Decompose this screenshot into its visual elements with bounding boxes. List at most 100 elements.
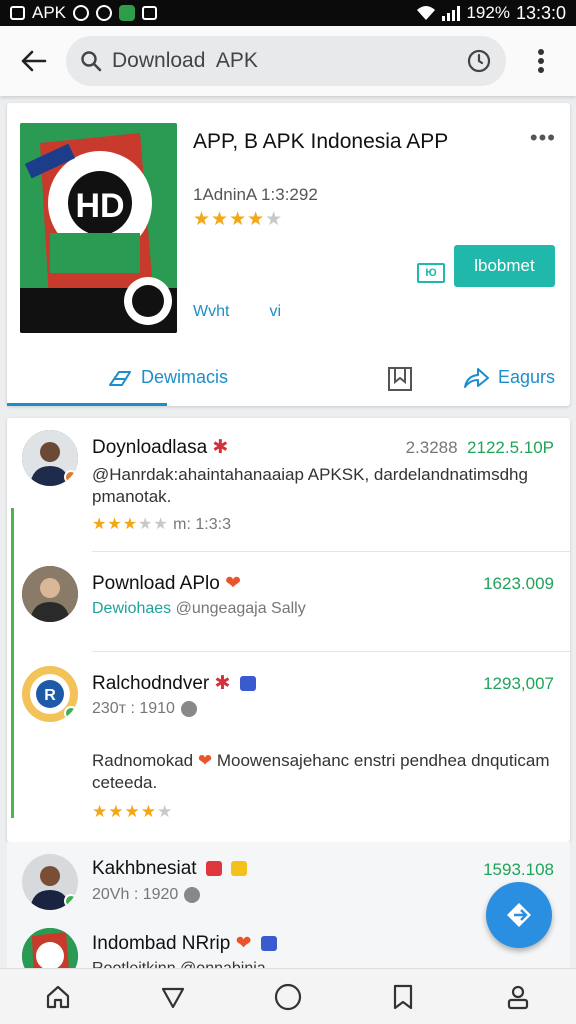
- list-item[interactable]: R Ralchodndver ✱ 1293,007 230т : 1910 Ra…: [7, 652, 570, 842]
- check-notification-icon: [96, 5, 113, 21]
- review-stats: 1593.108: [483, 860, 554, 879]
- install-button[interactable]: lbobmet: [454, 245, 555, 287]
- review-meta: ★★★★★ m: 1:3:3: [92, 516, 231, 533]
- review-text: Radnomokad ❤ Moowensajehanc enstri pendh…: [92, 751, 550, 792]
- app-notification-icon: [119, 5, 136, 21]
- star-icon: ✱: [214, 673, 231, 694]
- triangle-down-icon: [161, 987, 184, 1008]
- reviewer-name: Indombad NRrip ❤: [92, 932, 277, 955]
- avatar: [22, 854, 78, 910]
- reviewer-name: Ralchodndver ✱: [92, 672, 256, 695]
- app-link-2[interactable]: vi: [269, 303, 281, 321]
- nav-home[interactable]: [30, 969, 86, 1024]
- bottom-navigation: [0, 968, 576, 1024]
- list-item[interactable]: Doynloadlasa ✱ 2.3288 2122.5.10P @Hanrda…: [7, 418, 570, 552]
- review-meta: 20Vh : 1920: [92, 886, 201, 904]
- bookmark-icon: [394, 984, 413, 1009]
- list-item[interactable]: Indombad NRrip ❤ Rootleitkinn @onnabinia: [7, 922, 570, 972]
- download-action-label: Dewimacis: [141, 367, 229, 387]
- status-dot: [64, 706, 78, 720]
- app-logo-art: HD: [20, 123, 177, 333]
- heart-icon: ❤: [197, 751, 213, 770]
- review-stats: 1293,007: [483, 674, 554, 693]
- more-vertical-icon: [538, 49, 544, 73]
- status-bar: APK 192% 13:3:0: [0, 0, 576, 26]
- download-action[interactable]: Dewimacis: [107, 367, 228, 388]
- clock-icon: [184, 886, 201, 903]
- nav-circle[interactable]: [260, 969, 316, 1024]
- reviewer-name: Doynloadlasa ✱: [92, 437, 229, 458]
- app-links: Wvht vi: [193, 303, 281, 321]
- floating-action-button[interactable]: [486, 882, 552, 948]
- star-icon: ✱: [212, 437, 229, 458]
- review-text: @Hanrdak:ahaintahanaaiap APKSK, dardelan…: [92, 465, 528, 506]
- review-meta: 230т : 1910: [92, 700, 197, 718]
- search-header: [0, 26, 576, 96]
- clock-icon: [180, 700, 197, 717]
- card-more-button[interactable]: •••: [530, 125, 556, 151]
- share-action-label: Eagurs: [498, 367, 556, 387]
- review-stats: 2.3288 2122.5.10P: [405, 438, 554, 457]
- wifi-icon: [417, 6, 436, 20]
- avatar: [22, 430, 78, 486]
- app-title: APP, B APK Indonesia APP: [193, 130, 449, 153]
- person-avatar-icon: [22, 566, 78, 622]
- tag-icon: [239, 676, 256, 692]
- overflow-menu-button[interactable]: [506, 26, 576, 96]
- app-meta: 1AdninΑ 1:3:292: [193, 185, 318, 204]
- nav-back[interactable]: [145, 969, 201, 1024]
- share-action[interactable]: Eagurs: [462, 366, 555, 390]
- signal-icon: [442, 5, 461, 21]
- heart-icon: ❤: [225, 573, 242, 594]
- app-badge: Ю: [417, 263, 445, 283]
- save-action[interactable]: [387, 364, 413, 392]
- navigate-arrow-icon: [507, 903, 531, 927]
- app-link-1[interactable]: Wvht: [193, 303, 229, 321]
- app-avatar-icon: [22, 928, 78, 972]
- avatar: R: [22, 666, 78, 722]
- store-notification-icon: [142, 6, 158, 20]
- battery-level: 192%: [466, 3, 510, 22]
- review-list: Doynloadlasa ✱ 2.3288 2122.5.10P @Hanrda…: [7, 418, 570, 842]
- app-rating-stars: ★★★★★: [193, 209, 284, 230]
- circle-icon: [274, 983, 302, 1010]
- heart-icon: ❤: [235, 933, 252, 954]
- reviewer-name: Pownload APlo ❤: [92, 573, 242, 594]
- tag-icon: [205, 861, 222, 877]
- back-button[interactable]: [0, 26, 66, 96]
- app-icon[interactable]: HD: [20, 123, 177, 333]
- review-stars: ★★★★★: [92, 802, 174, 821]
- avatar: [22, 928, 78, 972]
- p-notification-icon: [73, 5, 90, 21]
- history-icon[interactable]: [466, 48, 492, 74]
- search-input[interactable]: [112, 49, 466, 73]
- review-meta: ★★★★★: [92, 802, 173, 822]
- status-dot: [64, 894, 78, 908]
- tag-icon: [231, 861, 248, 877]
- nav-bookmarks[interactable]: [375, 969, 431, 1024]
- share-arrow-icon: [464, 367, 489, 388]
- more-reviews: Kakhbnesiat 1593.108 20Vh : 1920 Indomba…: [7, 842, 570, 972]
- review-subtitle: Dewiohaes @ungeagaja Sally: [92, 600, 306, 617]
- download-icon: [109, 370, 131, 386]
- search-bar[interactable]: [66, 36, 506, 86]
- app-actions: Dewimacis Eagurs: [7, 349, 570, 406]
- clock-time: 13:3:0: [515, 2, 566, 23]
- app-card[interactable]: HD APP, B APK Indonesia APP 1AdninΑ 1:3:…: [7, 103, 570, 406]
- arrow-left-icon: [21, 50, 47, 72]
- status-dot: [64, 470, 78, 484]
- nav-profile[interactable]: [490, 969, 546, 1024]
- svg-text:R: R: [44, 687, 56, 704]
- tag-icon: [260, 936, 277, 952]
- carrier-label: APK: [32, 3, 67, 22]
- profile-icon: [508, 985, 529, 1009]
- list-item[interactable]: Pownload APlo ❤ 1623.009 Dewiohaes @unge…: [7, 552, 570, 652]
- home-icon: [46, 985, 69, 1008]
- app-icon-label: HD: [75, 187, 124, 225]
- reviewer-name: Kakhbnesiat: [92, 858, 248, 880]
- image-notification-icon: [10, 6, 25, 20]
- review-stars: ★★★★★: [92, 516, 169, 533]
- search-icon: [81, 51, 102, 72]
- bookmark-box-icon: [388, 366, 412, 391]
- avatar: [22, 566, 78, 622]
